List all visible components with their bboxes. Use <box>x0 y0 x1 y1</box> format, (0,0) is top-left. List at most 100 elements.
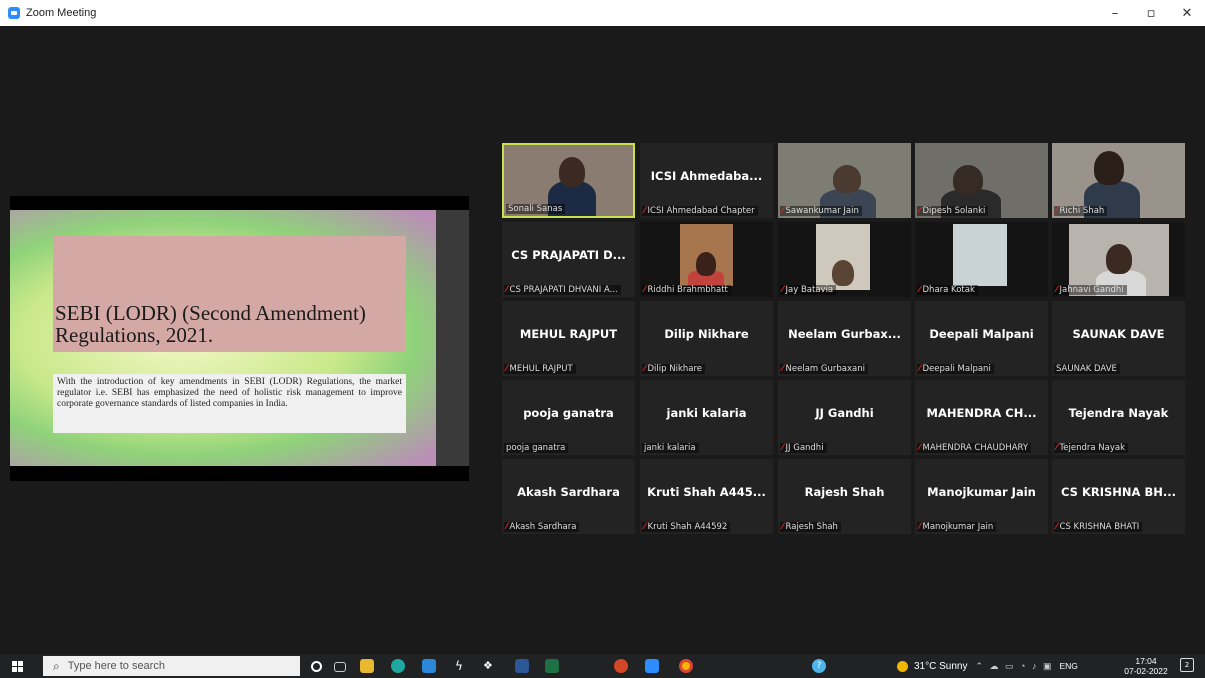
notification-count: 2 <box>1184 661 1190 669</box>
participant-tile[interactable]: ⁄ Jahnavi Gandhi <box>1052 222 1185 297</box>
muted-mic-icon: ⁄ <box>1056 206 1058 216</box>
start-button[interactable] <box>4 654 30 678</box>
mail-icon[interactable] <box>422 659 436 673</box>
participant-name: janki kalaria <box>644 443 696 453</box>
taskbar-clock[interactable]: 17:04 07-02-2022 <box>1121 656 1171 676</box>
muted-mic-icon: ⁄ <box>506 522 508 532</box>
tray-icons[interactable]: ⌃ ☁ ▭ ◔ ♪ ▣ <box>975 661 1053 672</box>
participant-name-label: ⁄ Dipesh Solanki <box>917 206 989 216</box>
participant-name: Dilip Nikhare <box>647 364 703 374</box>
participant-tile[interactable]: Deepali Malpani ⁄ Deepali Malpani <box>915 301 1048 376</box>
participant-tile[interactable]: Dilip Nikhare ⁄ Dilip Nikhare <box>640 301 773 376</box>
file-explorer-icon[interactable] <box>360 659 374 673</box>
participant-name: Kruti Shah A44592 <box>647 522 728 532</box>
participant-name-label: ⁄ ICSI Ahmedabad Chapter <box>642 206 758 216</box>
participant-display-name: Dilip Nikhare <box>664 327 749 341</box>
participant-name: Rajesh Shah <box>785 522 838 532</box>
participant-tile[interactable]: CS KRISHNA BH... ⁄ CS KRISHNA BHATI <box>1052 459 1185 534</box>
participant-display-name: SAUNAK DAVE <box>1072 327 1165 341</box>
participant-tile[interactable]: Tejendra Nayak ⁄ Tejendra Nayak <box>1052 380 1185 455</box>
participant-tile[interactable]: ICSI Ahmedaba... ⁄ ICSI Ahmedabad Chapter <box>640 143 773 218</box>
window-controls: – ▫ ✕ <box>1097 0 1205 26</box>
participant-tile[interactable]: pooja ganatra pooja ganatra <box>502 380 635 455</box>
app-lightning-icon[interactable]: ϟ <box>455 659 469 673</box>
participant-display-name: Rajesh Shah <box>804 485 885 499</box>
powerpoint-icon[interactable] <box>614 659 628 673</box>
maximize-button[interactable]: ▫ <box>1133 0 1169 26</box>
participant-name-label: SAUNAK DAVE <box>1054 364 1120 374</box>
weather-sun-icon <box>897 660 908 672</box>
participant-name: Jay Batavia <box>785 285 834 295</box>
participant-name: CS PRAJAPATI DHVANI A... <box>509 285 618 295</box>
muted-mic-icon: ⁄ <box>919 443 921 453</box>
chrome-icon[interactable] <box>679 659 693 673</box>
participant-name-label: ⁄ JJ Gandhi <box>780 443 827 453</box>
participant-name-label: ⁄ Dhara Kotak <box>917 285 978 295</box>
participant-name: Sawankumar Jain <box>785 206 859 216</box>
muted-mic-icon: ⁄ <box>644 364 646 374</box>
participant-name: Sonali Sanas <box>508 204 563 214</box>
participant-name-label: ⁄ Riddhi Brahmbhatt <box>642 285 731 295</box>
participant-tile[interactable]: ⁄ Jay Batavia <box>778 222 911 297</box>
participant-tile[interactable]: ⁄ Dhara Kotak <box>915 222 1048 297</box>
participant-tile[interactable]: Akash Sardhara ⁄ Akash Sardhara <box>502 459 635 534</box>
participant-display-name: Akash Sardhara <box>517 485 620 499</box>
weather-text[interactable]: 31°C Sunny <box>914 661 967 672</box>
muted-mic-icon: ⁄ <box>919 285 921 295</box>
zoom-logo-icon <box>8 7 20 19</box>
notification-center-icon[interactable]: 2 <box>1180 658 1194 672</box>
muted-mic-icon: ⁄ <box>782 443 784 453</box>
participant-name: Richi Shah <box>1059 206 1105 216</box>
participant-display-name: janki kalaria <box>666 406 747 420</box>
muted-mic-icon: ⁄ <box>506 364 508 374</box>
muted-mic-icon: ⁄ <box>644 206 646 216</box>
participant-tile[interactable]: Kruti Shah A445... ⁄ Kruti Shah A44592 <box>640 459 773 534</box>
minimize-button[interactable]: – <box>1097 0 1133 26</box>
participant-display-name: MEHUL RAJPUT <box>519 327 618 341</box>
participant-tile[interactable]: MAHENDRA CH... ⁄ MAHENDRA CHAUDHARY <box>915 380 1048 455</box>
help-icon[interactable]: ? <box>812 659 826 673</box>
participant-tile[interactable]: ⁄ Riddhi Brahmbhatt <box>640 222 773 297</box>
edge-icon[interactable] <box>391 659 405 673</box>
participant-name: Deepali Malpani <box>922 364 991 374</box>
participant-name: Manojkumar Jain <box>922 522 994 532</box>
clock-time: 17:04 <box>1135 656 1157 666</box>
participant-tile[interactable]: MEHUL RAJPUT ⁄ MEHUL RAJPUT <box>502 301 635 376</box>
participant-name-label: ⁄ CS KRISHNA BHATI <box>1054 522 1143 532</box>
participant-name-label: ⁄ Kruti Shah A44592 <box>642 522 731 532</box>
participant-name-label: ⁄ Jahnavi Gandhi <box>1054 285 1127 295</box>
dropbox-icon[interactable]: ❖ <box>483 659 497 673</box>
participant-tile[interactable]: ⁄ Richi Shah <box>1052 143 1185 218</box>
language-indicator[interactable]: ENG <box>1059 661 1077 671</box>
participant-tile[interactable]: CS PRAJAPATI D... ⁄ CS PRAJAPATI DHVANI A.… <box>502 222 635 297</box>
zoom-taskbar-icon[interactable] <box>645 659 659 673</box>
participant-name: ICSI Ahmedabad Chapter <box>647 206 755 216</box>
excel-icon[interactable] <box>545 659 559 673</box>
participant-tile[interactable]: janki kalaria janki kalaria <box>640 380 773 455</box>
participant-name: Dipesh Solanki <box>922 206 986 216</box>
participant-name-label: janki kalaria <box>642 443 699 453</box>
participant-name: MAHENDRA CHAUDHARY <box>922 443 1029 453</box>
participant-tile[interactable]: ⁄ Dipesh Solanki <box>915 143 1048 218</box>
muted-mic-icon: ⁄ <box>506 285 508 295</box>
task-view-icon[interactable] <box>334 662 346 672</box>
participant-name: Tejendra Nayak <box>1059 443 1126 453</box>
participant-tile[interactable]: JJ Gandhi ⁄ JJ Gandhi <box>778 380 911 455</box>
participant-name-label: ⁄ Akash Sardhara <box>504 522 580 532</box>
participant-tile[interactable]: ⁄ Sawankumar Jain <box>778 143 911 218</box>
participant-name-label: pooja ganatra <box>504 443 569 453</box>
participant-tile[interactable]: Sonali Sanas <box>502 143 635 218</box>
participant-name-label: Sonali Sanas <box>506 204 566 214</box>
participant-tile[interactable]: Manojkumar Jain ⁄ Manojkumar Jain <box>915 459 1048 534</box>
participant-name: Riddhi Brahmbhatt <box>647 285 728 295</box>
participant-name-label: ⁄ Neelam Gurbaxani <box>780 364 868 374</box>
close-button[interactable]: ✕ <box>1169 0 1205 26</box>
participant-tile[interactable]: Neelam Gurbax... ⁄ Neelam Gurbaxani <box>778 301 911 376</box>
participant-display-name: JJ Gandhi <box>815 406 874 420</box>
cortana-icon[interactable] <box>311 661 322 672</box>
word-icon[interactable] <box>515 659 529 673</box>
participant-tile[interactable]: Rajesh Shah ⁄ Rajesh Shah <box>778 459 911 534</box>
participant-tile[interactable]: SAUNAK DAVE SAUNAK DAVE <box>1052 301 1185 376</box>
search-placeholder: Type here to search <box>67 660 165 672</box>
taskbar-search-box[interactable]: ⌕ Type here to search <box>43 656 300 676</box>
